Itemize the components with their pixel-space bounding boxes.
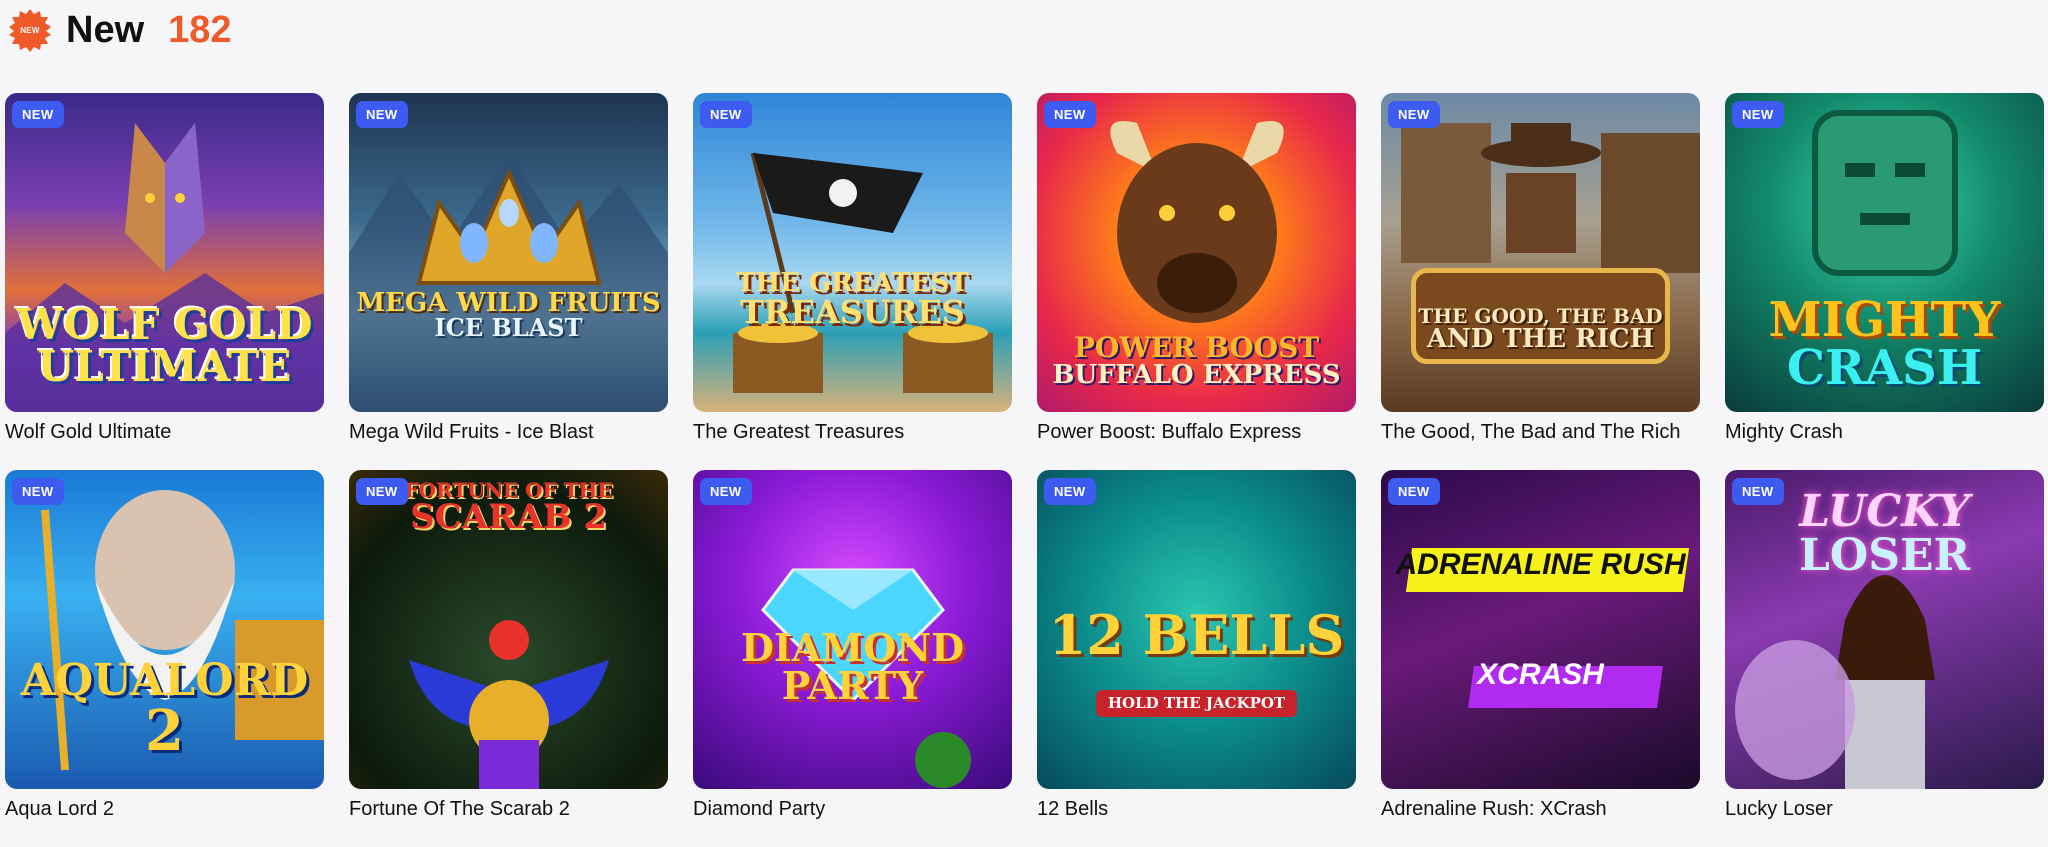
game-art-text: Adrenaline Rush XCrash: [1395, 548, 1686, 691]
pirate-flag-illustration: [733, 152, 993, 393]
game-card[interactable]: The Good, The Bad and The Rich NEW The Go…: [1381, 93, 1700, 470]
game-card[interactable]: Mighty Crash NEW Mighty Crash: [1725, 93, 2044, 470]
game-thumbnail[interactable]: 12 Bells Hold the Jackpot NEW: [1037, 470, 1356, 789]
game-title[interactable]: The Good, The Bad and The Rich: [1381, 420, 1700, 444]
game-thumbnail[interactable]: Diamond Party NEW: [693, 470, 1012, 789]
game-title[interactable]: Mega Wild Fruits - Ice Blast: [349, 420, 668, 444]
game-title[interactable]: Power Boost: Buffalo Express: [1037, 420, 1356, 444]
game-card[interactable]: Mega Wild Fruits Ice Blast NEW Mega Wild …: [349, 93, 668, 470]
crown-illustration: [349, 153, 668, 412]
game-card[interactable]: The Greatest Treasures NEW The Greatest T…: [693, 93, 1012, 470]
game-card[interactable]: Fortune of the Scarab 2 NEW Fortune Of Th…: [349, 470, 668, 847]
new-icon-text: NEW: [20, 25, 40, 35]
game-title[interactable]: Diamond Party: [693, 797, 1012, 821]
game-thumbnail[interactable]: Adrenaline Rush XCrash NEW: [1381, 470, 1700, 789]
game-card[interactable]: Power Boost Buffalo Express NEW Power Boo…: [1037, 93, 1356, 470]
game-card[interactable]: Diamond Party NEW Diamond Party: [693, 470, 1012, 847]
new-tag: NEW: [1388, 101, 1440, 128]
new-tag: NEW: [700, 478, 752, 505]
game-thumbnail[interactable]: Mighty Crash NEW: [1725, 93, 2044, 412]
game-art-text: The Good, The Bad and The Rich: [1418, 304, 1663, 354]
game-title[interactable]: Mighty Crash: [1725, 420, 2044, 444]
game-title[interactable]: Fortune Of The Scarab 2: [349, 797, 668, 821]
game-thumbnail[interactable]: Lucky Loser NEW: [1725, 470, 2044, 789]
game-card[interactable]: Lucky Loser NEW Lucky Loser: [1725, 470, 2044, 847]
game-card[interactable]: Adrenaline Rush XCrash NEW Adrenaline Ru…: [1381, 470, 1700, 847]
game-art-text: Diamond Party: [740, 625, 965, 708]
new-tag: NEW: [1388, 478, 1440, 505]
new-tag: NEW: [356, 478, 408, 505]
new-tag: NEW: [1732, 478, 1784, 505]
game-thumbnail[interactable]: The Greatest Treasures NEW: [693, 93, 1012, 412]
new-tag: NEW: [12, 101, 64, 128]
new-tag: NEW: [1044, 478, 1096, 505]
page-title: New: [66, 8, 145, 51]
game-art-text: Mighty Crash: [1768, 292, 2001, 396]
game-card[interactable]: Aqualord 2 NEW Aqua Lord 2: [5, 470, 324, 847]
game-title[interactable]: Lucky Loser: [1725, 797, 2044, 821]
new-tag: NEW: [1732, 101, 1784, 128]
new-starburst-icon: NEW: [8, 8, 52, 52]
game-title[interactable]: 12 Bells: [1037, 797, 1356, 821]
section-header: NEW New 182: [8, 8, 232, 52]
game-thumbnail[interactable]: The Good, The Bad and The Rich NEW: [1381, 93, 1700, 412]
game-title[interactable]: Wolf Gold Ultimate: [5, 420, 324, 444]
cowboy-illustration: [1401, 123, 1700, 273]
games-grid: Wolf Gold Ultimate NEW Wolf Gold Ultimate…: [5, 93, 2044, 847]
game-title[interactable]: Aqua Lord 2: [5, 797, 324, 821]
game-thumbnail[interactable]: Wolf Gold Ultimate NEW: [5, 93, 324, 412]
game-card[interactable]: Wolf Gold Ultimate NEW Wolf Gold Ultimate: [5, 93, 324, 470]
game-title[interactable]: The Greatest Treasures: [693, 420, 1012, 444]
game-art-text: Power Boost Buffalo Express: [1052, 331, 1341, 390]
new-tag: NEW: [700, 101, 752, 128]
game-thumbnail[interactable]: Fortune of the Scarab 2 NEW: [349, 470, 668, 789]
game-card[interactable]: 12 Bells Hold the Jackpot NEW 12 Bells: [1037, 470, 1356, 847]
new-tag: NEW: [1044, 101, 1096, 128]
games-count: 182: [168, 8, 232, 51]
game-art-text: Wolf Gold Ultimate: [16, 300, 313, 391]
game-art-text: The Greatest Treasures: [736, 268, 969, 331]
game-thumbnail[interactable]: Aqualord 2 NEW: [5, 470, 324, 789]
game-art-text: Aqualord 2: [20, 655, 309, 764]
game-title[interactable]: Adrenaline Rush: XCrash: [1381, 797, 1700, 821]
game-thumbnail[interactable]: Mega Wild Fruits Ice Blast NEW: [349, 93, 668, 412]
game-art-text: 12 Bells Hold the Jackpot: [1037, 608, 1356, 717]
game-thumbnail[interactable]: Power Boost Buffalo Express NEW: [1037, 93, 1356, 412]
new-tag: NEW: [12, 478, 64, 505]
game-art-text: Mega Wild Fruits Ice Blast: [356, 288, 661, 342]
new-tag: NEW: [356, 101, 408, 128]
